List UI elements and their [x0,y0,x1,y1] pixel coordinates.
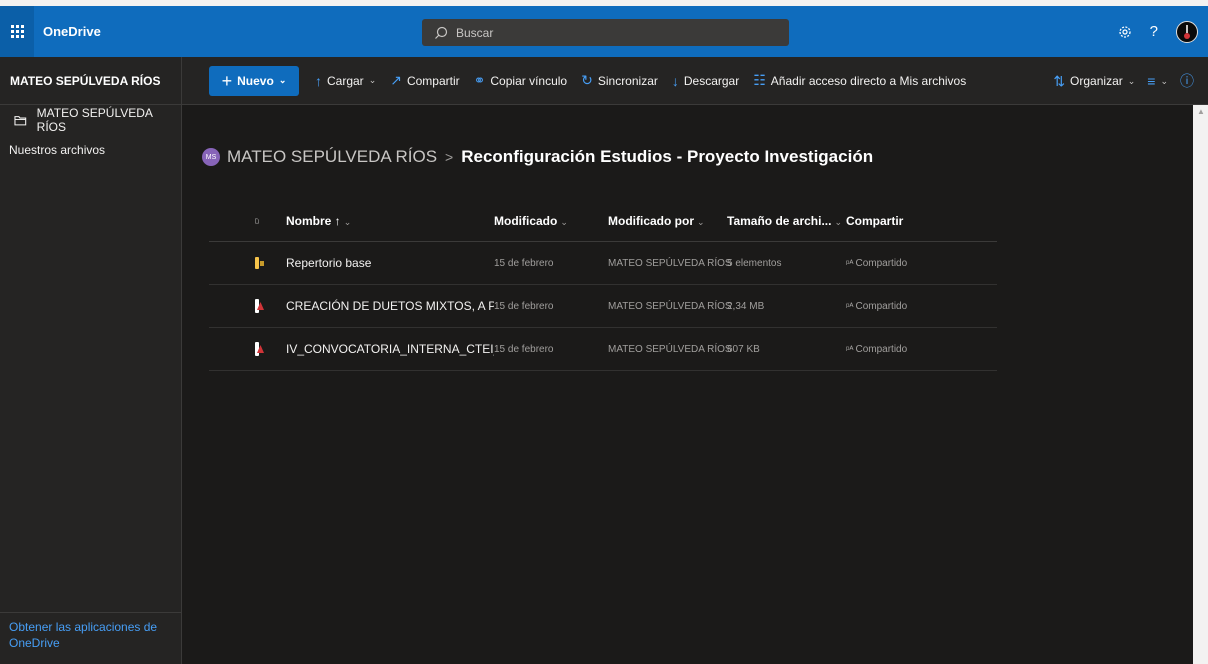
list-view-icon: ≡ [1147,73,1156,89]
file-size: 2,34 MB [727,300,765,312]
search-input[interactable]: Buscar [422,19,789,46]
chevron-down-icon: ⌄ [560,216,568,227]
name-column-header[interactable]: Nombre ↑ ⌄ [259,214,494,228]
info-button[interactable]: ⓘ [1180,71,1194,91]
sync-button[interactable]: ↻ Sincronizar [581,72,658,89]
modified-column-header[interactable]: Modificado ⌄ [494,214,608,228]
chevron-down-icon: ⌄ [368,75,377,85]
share-label: Compartir [406,73,460,88]
breadcrumb-root[interactable]: MATEO SEPÚLVEDA RÍOS [227,147,437,167]
app-name[interactable]: OneDrive [43,24,101,39]
waffle-icon [10,25,24,38]
modified-by: MATEO SEPÚLVEDA RÍOS [608,257,732,269]
help-icon[interactable]: ? [1150,23,1158,40]
settings-gear-icon[interactable] [1118,25,1132,39]
upload-label: Cargar [327,73,364,88]
file-list-header: Nombre ↑ ⌄ Modificado ⌄ Modificado por ⌄ Ta… [209,200,997,242]
add-shortcut-icon: ☷ [753,72,766,88]
modified-date: 15 de febrero [494,300,554,312]
upload-arrow-icon: ↑ [315,72,322,89]
sort-button[interactable]: ⇅ Organizar ⌄ [1053,73,1135,90]
share-button[interactable]: ↗ Compartir [390,72,459,89]
sidebar-item-label: MATEO SEPÚLVEDA RÍOS [36,106,153,134]
sidebar: MATEO SEPÚLVEDA RÍOS MATEO SEPÚLVEDA RÍO… [0,57,182,664]
sync-icon: ↻ [581,72,593,88]
sharing-status[interactable]: ᵖᴬ Compartido [846,301,956,312]
main-content: MS MATEO SEPÚLVEDA RÍOS > Reconfiguració… [183,105,1193,664]
sort-icon: ⇅ [1053,72,1066,89]
people-icon: ᵖᴬ [846,343,854,354]
copy-link-label: Copiar vínculo [490,73,568,88]
library-avatar: MS [202,148,220,166]
pdf-icon [255,342,259,356]
pdf-icon [255,299,259,313]
sharing-column-header[interactable]: Compartir [846,214,956,228]
new-button-label: Nuevo [237,73,274,88]
upload-button[interactable]: ↑ Cargar ⌄ [315,73,376,89]
search-icon [435,26,448,39]
folder-icon [255,257,264,269]
modified-by: MATEO SEPÚLVEDA RÍOS [608,300,732,312]
sidebar-header: MATEO SEPÚLVEDA RÍOS [0,57,181,105]
plus-icon: + [221,70,233,91]
account-avatar[interactable] [1176,20,1198,43]
chevron-down-icon: ⌄ [834,216,843,227]
breadcrumb-separator: > [445,149,454,165]
sidebar-item-shared-library[interactable]: MATEO SEPÚLVEDA RÍOS [0,105,181,135]
modified-by-column-header[interactable]: Modificado por ⌄ [608,214,727,228]
download-label: Descargar [683,73,740,88]
chevron-down-icon: ⌄ [278,75,287,85]
file-type-column-header[interactable] [209,214,259,228]
modified-date: 15 de febrero [494,343,554,355]
search-placeholder: Buscar [456,25,494,40]
file-name[interactable]: IV_CONVOCATORIA_INTERNA_CTEI_230822... [259,342,494,356]
share-icon: ↗ [390,72,402,88]
file-size-column-header[interactable]: Tamaño de archi... ⌄ [727,214,846,228]
app-launcher-button[interactable] [0,6,34,57]
add-shortcut-button[interactable]: ☷ Añadir acceso directo a Mis archivos [753,72,966,89]
file-size: 5 elementos [727,257,782,269]
download-button[interactable]: ↓ Descargar [672,73,739,89]
sharing-status[interactable]: ᵖᴬ Compartido [846,344,956,355]
sync-label: Sincronizar [597,73,658,88]
sort-label: Organizar [1070,74,1123,88]
get-apps-link[interactable]: Obtener las aplicaciones de OneDrive [0,612,181,664]
command-bar: + Nuevo ⌄ ↑ Cargar ⌄ ↗ Compartir ⚭ Copia… [182,57,1208,105]
chevron-down-icon: ⌄ [343,216,352,227]
vertical-scrollbar[interactable]: ▲ [1193,105,1208,664]
info-icon: ⓘ [1180,73,1194,89]
people-icon: ᵖᴬ [846,300,854,311]
breadcrumb: MS MATEO SEPÚLVEDA RÍOS > Reconfiguració… [202,147,873,167]
view-options-button[interactable]: ≡ ⌄ [1147,73,1168,89]
sharing-status[interactable]: ᵖᴬ Compartido [846,258,956,269]
file-name[interactable]: CREACIÓN DE DUETOS MIXTOS, A PARTIR ... [259,299,494,313]
file-list: Nombre ↑ ⌄ Modificado ⌄ Modificado por ⌄ Ta… [209,200,997,371]
file-size: 607 KB [727,343,760,355]
scroll-up-arrow-icon[interactable]: ▲ [1197,107,1205,116]
command-bar-right: ⇅ Organizar ⌄ ≡ ⌄ ⓘ [1053,57,1194,105]
file-name[interactable]: Repertorio base [259,256,494,270]
folder-outline-icon [14,115,27,125]
download-arrow-icon: ↓ [671,72,679,89]
chevron-down-icon: ⌄ [1160,75,1168,86]
sidebar-item-our-files[interactable]: Nuestros archivos [0,135,181,165]
modified-by: MATEO SEPÚLVEDA RÍOS [608,343,732,355]
people-icon: ᵖᴬ [846,257,854,268]
table-row[interactable]: IV_CONVOCATORIA_INTERNA_CTEI_230822... 1… [209,328,997,371]
new-button[interactable]: + Nuevo ⌄ [209,65,299,96]
chevron-down-icon: ⌄ [697,216,705,227]
modified-date: 15 de febrero [494,257,554,269]
chevron-down-icon: ⌄ [1127,75,1136,86]
table-row[interactable]: CREACIÓN DE DUETOS MIXTOS, A PARTIR ... … [209,285,997,328]
copy-link-button[interactable]: ⚭ Copiar vínculo [474,72,567,89]
add-shortcut-label: Añadir acceso directo a Mis archivos [770,73,967,88]
top-right-controls: ? [1118,6,1198,57]
link-icon: ⚭ [473,72,486,88]
breadcrumb-current: Reconfiguración Estudios - Proyecto Inve… [461,147,874,166]
table-row[interactable]: Repertorio base 15 de febrero MATEO SEPÚ… [209,242,997,285]
top-bar: OneDrive Buscar ? [0,6,1208,57]
